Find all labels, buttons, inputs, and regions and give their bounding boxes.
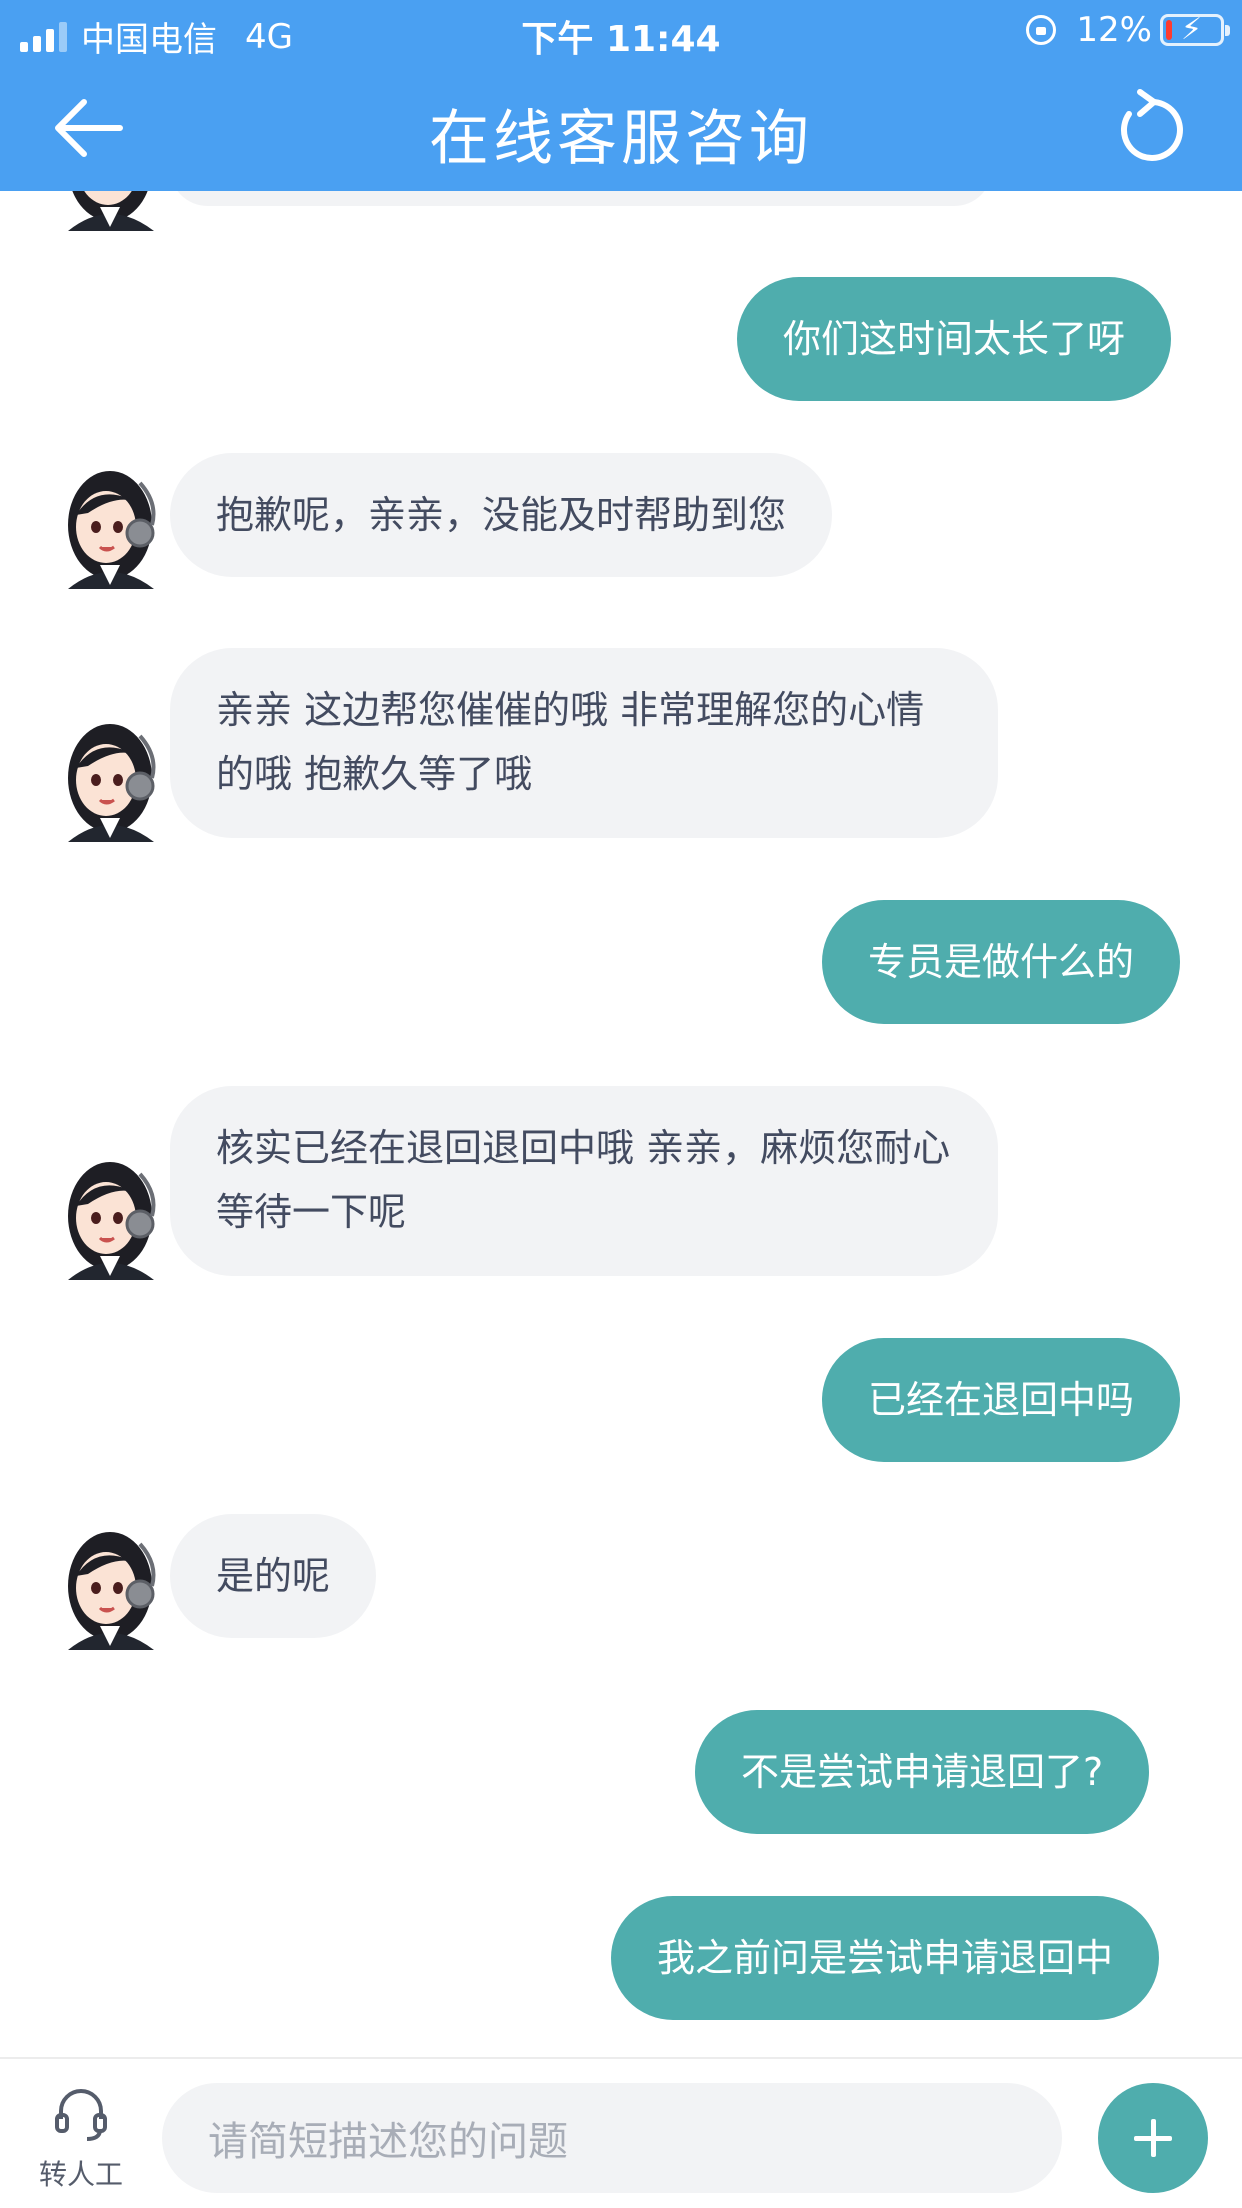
message-bubble-user: 已经在退回中吗 <box>822 1338 1181 1462</box>
message-bubble-agent: 抱歉呢，亲亲，没能及时帮助到您 <box>170 453 833 577</box>
message-input-placeholder: 请简短描述您的问题 <box>208 2119 568 2165</box>
agent-avatar <box>68 1162 156 1280</box>
nav-bar: 在线客服咨询 <box>0 62 1242 191</box>
chat-area[interactable]: 你们这时间太长了呀 抱歉呢，亲亲，没能及时帮助到您 亲亲 这边帮您催催的哦 非常… <box>0 191 1242 2057</box>
status-bar: 中国电信 4G 下午 11:44 12% ⚡ <box>0 0 1242 62</box>
headset-icon <box>55 2089 107 2141</box>
message-bubble-user: 你们这时间太长了呀 <box>737 277 1172 401</box>
message-bubble-user: 我之前问是尝试申请退回中 <box>611 1896 1160 2020</box>
agent-avatar <box>68 724 156 842</box>
agent-avatar <box>68 471 156 589</box>
transfer-to-human-label: 转人工 <box>38 2158 123 2191</box>
refresh-icon <box>1120 89 1183 161</box>
add-attachment-button[interactable] <box>1098 2083 1208 2193</box>
message-bubble-agent: 核实已经在退回退回中哦 亲亲，麻烦您耐心等待一下呢 <box>170 1086 998 1276</box>
battery-icon: ⚡ <box>1160 12 1230 47</box>
message-bubble-user: 不是尝试申请退回了? <box>695 1710 1150 1834</box>
message-bubble-agent: 亲亲 这边帮您催催的哦 非常理解您的心情的哦 抱歉久等了哦 <box>170 648 998 838</box>
refresh-button[interactable] <box>1114 88 1190 168</box>
battery-percent: 12% <box>1076 10 1152 50</box>
agent-avatar-partial <box>68 191 154 231</box>
battery-level <box>1166 20 1172 40</box>
message-bubble-partial <box>170 191 992 206</box>
page-title: 在线客服咨询 <box>429 104 813 174</box>
message-bubble-agent: 是的呢 <box>170 1514 377 1638</box>
charging-bolt-icon: ⚡ <box>1181 12 1203 47</box>
app-header: 中国电信 4G 下午 11:44 12% ⚡ 在线客服咨询 <box>0 0 1242 191</box>
message-bubble-user: 专员是做什么的 <box>822 900 1181 1024</box>
rotation-lock-icon <box>1026 15 1057 45</box>
bottom-input-bar: 转人工 请简短描述您的问题 <box>0 2057 1242 2208</box>
transfer-to-human-button[interactable]: 转人工 <box>24 2085 138 2195</box>
agent-avatar <box>68 1532 156 1650</box>
message-input[interactable]: 请简短描述您的问题 <box>162 2083 1062 2193</box>
